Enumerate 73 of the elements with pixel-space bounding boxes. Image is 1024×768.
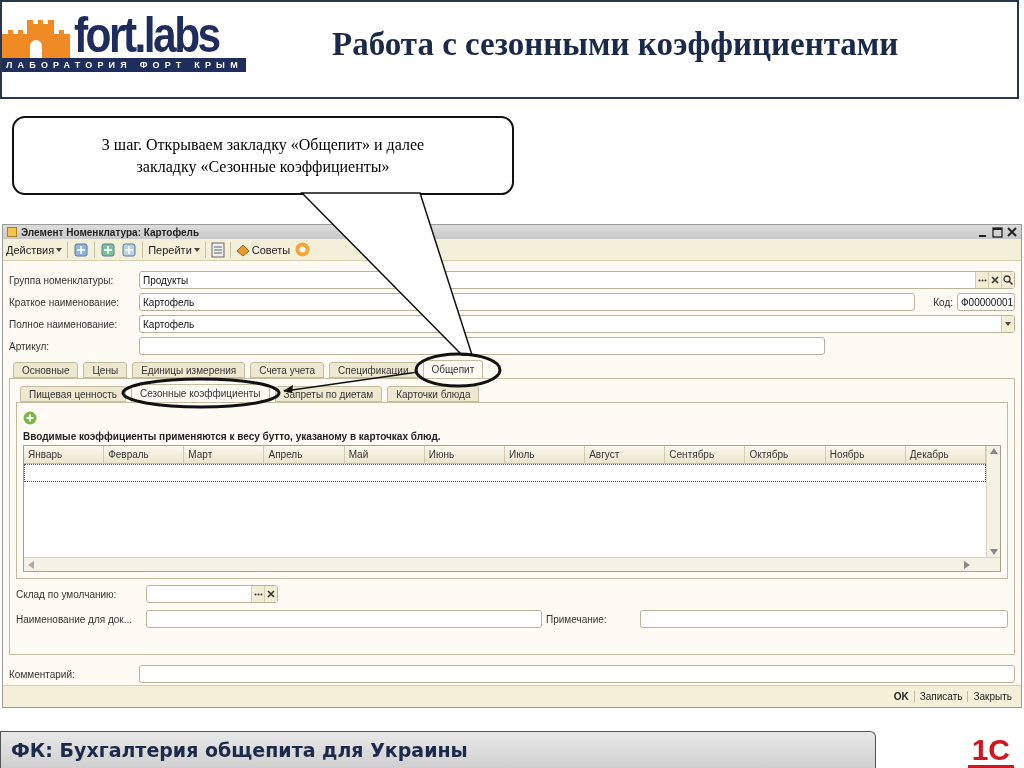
logo-wordmark: fort.labs: [74, 11, 219, 58]
clear-icon[interactable]: [267, 590, 275, 599]
form-icon: [7, 227, 17, 237]
column-header[interactable]: Март: [184, 446, 265, 465]
column-header[interactable]: Декабрь: [905, 446, 986, 465]
table-row[interactable]: [24, 464, 986, 483]
list-icon[interactable]: [210, 241, 225, 258]
column-header[interactable]: Август: [585, 446, 666, 465]
close-icon[interactable]: [1007, 227, 1017, 237]
input-field[interactable]: [139, 665, 1015, 684]
column-header[interactable]: Июль: [505, 446, 586, 465]
column-header[interactable]: Февраль: [104, 446, 185, 465]
scroll-right-icon[interactable]: [964, 560, 970, 569]
column-header[interactable]: Сентябрь: [665, 446, 746, 465]
tab[interactable]: Карточки блюда: [387, 386, 480, 403]
caret-icon: [193, 247, 200, 252]
caret-icon: [1005, 322, 1011, 327]
field-label: Группа номенклатуры:: [9, 274, 115, 286]
actions-menu[interactable]: Действия: [6, 243, 63, 256]
input-field[interactable]: [640, 610, 1008, 629]
field-label: Краткое наименование:: [9, 296, 121, 308]
maximize-icon[interactable]: [992, 226, 1003, 238]
tab[interactable]: Счета учета: [250, 362, 325, 379]
tab[interactable]: Цены: [83, 362, 128, 379]
ellipsis-icon[interactable]: [253, 592, 263, 596]
field-label: Склад по умолчанию:: [16, 588, 118, 600]
slide-title: Работа с сезонными коэффициентами: [332, 26, 899, 63]
field-label: Наименование для док...: [16, 613, 134, 625]
goto-menu[interactable]: Перейти: [148, 243, 200, 256]
column-header[interactable]: Январь: [24, 446, 105, 465]
input-field[interactable]: Картофель: [139, 293, 915, 312]
tips-button[interactable]: Советы: [235, 242, 291, 257]
input-field[interactable]: [146, 585, 278, 604]
dialog-button[interactable]: OK: [888, 691, 914, 703]
window-title: Элемент Номенклатура: Картофель: [21, 226, 201, 238]
column-header[interactable]: Апрель: [264, 446, 345, 465]
column-header[interactable]: Октябрь: [745, 446, 826, 465]
tab[interactable]: Общепит: [422, 360, 484, 379]
column-header[interactable]: Ноябрь: [825, 446, 906, 465]
tab[interactable]: Сезонные коэффициенты: [131, 384, 270, 403]
field-label: Полное наименование:: [9, 318, 119, 330]
search-icon[interactable]: [1003, 275, 1013, 286]
scroll-up-icon[interactable]: [989, 448, 998, 455]
ellipsis-icon[interactable]: [977, 278, 987, 282]
field-label: Примечание:: [546, 613, 608, 625]
tab[interactable]: Единицы измерения: [132, 362, 246, 379]
dropdown-field[interactable]: Картофель: [139, 315, 1015, 334]
horizontal-scrollbar[interactable]: [24, 557, 1000, 572]
column-header[interactable]: Май: [344, 446, 425, 465]
tab[interactable]: Основные: [13, 362, 79, 379]
tab[interactable]: Спецификации: [329, 362, 418, 379]
input-field[interactable]: [139, 337, 825, 356]
column-header[interactable]: Июнь: [424, 446, 505, 465]
dialog-button[interactable]: Записать: [913, 691, 968, 703]
input-field[interactable]: [146, 610, 542, 629]
table-note: Вводимые коэффициенты применяются к весу бутто, указаному в карточках блюд.: [23, 431, 442, 443]
caret-icon: [56, 247, 63, 252]
footer-title: ФК: Бухгалтерия общепита для Украины: [11, 739, 468, 761]
field-label: Код:: [932, 296, 953, 308]
input-field[interactable]: Ф00000001: [957, 293, 1015, 312]
field-label: Комментарий:: [9, 668, 76, 680]
scroll-left-icon[interactable]: [28, 560, 34, 569]
input-field[interactable]: Продукты: [139, 271, 1015, 290]
vertical-scrollbar[interactable]: [986, 446, 1000, 558]
dialog-button[interactable]: Закрыть: [967, 691, 1017, 703]
logo-tagline: ЛАБОРАТОРИЯ ФОРТ КРЫМ: [2, 57, 246, 72]
clear-icon[interactable]: [991, 276, 999, 285]
callout: 3 шаг. Открываем закладку «Общепит» и далее закладку «Сезонные коэффициенты»: [12, 116, 514, 195]
tab[interactable]: Пищевая ценность: [20, 386, 126, 403]
field-label: Артикул:: [9, 340, 51, 352]
castle-icon: [2, 19, 70, 58]
add-icon[interactable]: [23, 411, 37, 426]
tab[interactable]: Запреты по диетам: [274, 386, 383, 403]
